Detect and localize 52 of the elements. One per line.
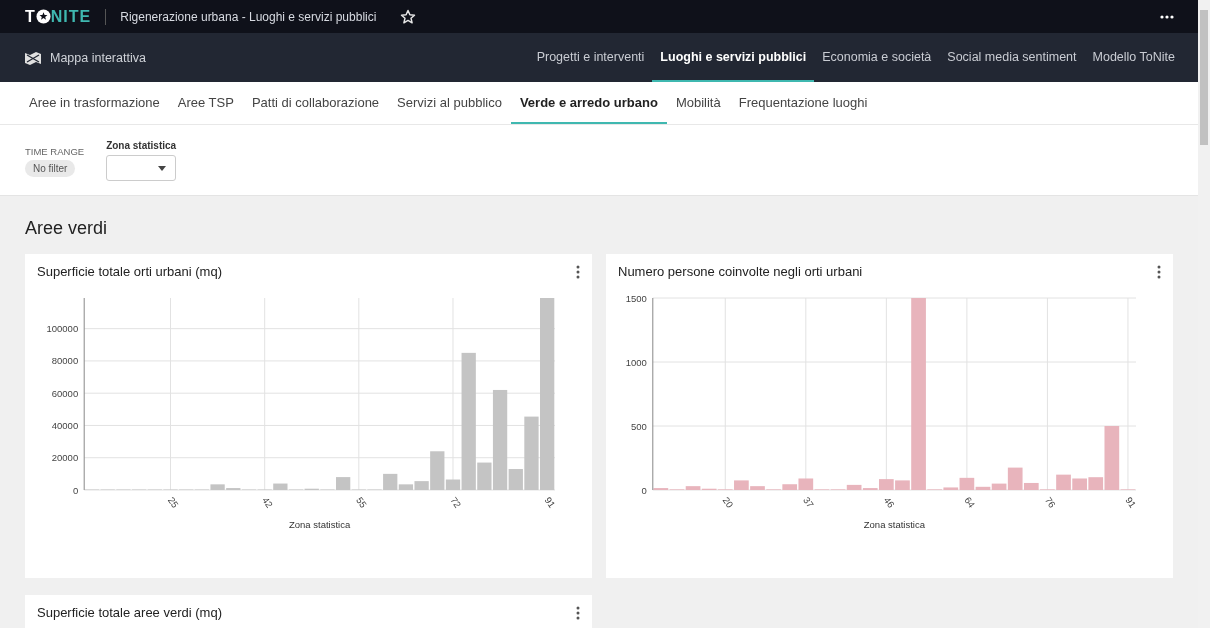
tick-label: 72 bbox=[448, 494, 464, 510]
chart-bar bbox=[1072, 478, 1087, 490]
tick-label: 46 bbox=[881, 494, 897, 510]
tab[interactable]: Servizi al pubblico bbox=[388, 82, 511, 124]
kebab-menu-icon[interactable] bbox=[576, 264, 580, 279]
time-range-chip[interactable]: No filter bbox=[25, 160, 76, 177]
nav-tab[interactable]: Progetti e interventi bbox=[528, 33, 653, 82]
kebab-menu-icon[interactable] bbox=[576, 605, 580, 620]
tick-label: 80000 bbox=[51, 355, 79, 367]
tick-label: 37 bbox=[801, 494, 817, 510]
logo-text: T bbox=[25, 7, 36, 26]
tick-label: 40000 bbox=[51, 419, 79, 431]
tick-label: 0 bbox=[641, 484, 647, 496]
nav-tab[interactable]: Modello ToNite bbox=[1084, 33, 1175, 82]
tab[interactable]: Aree TSP bbox=[168, 82, 243, 124]
tick-label: 20 bbox=[720, 494, 736, 510]
tick-label: 42 bbox=[260, 494, 276, 510]
tick-label: 500 bbox=[630, 420, 647, 432]
tick-label: 25 bbox=[165, 494, 181, 510]
tick-label: 100000 bbox=[46, 323, 79, 335]
page-title: Rigenerazione urbana - Luoghi e servizi pubblici bbox=[120, 9, 377, 24]
tab[interactable]: Mobilità bbox=[666, 82, 730, 124]
tick-label: 91 bbox=[542, 494, 558, 510]
tick-label: 76 bbox=[1042, 494, 1058, 510]
tab[interactable]: Aree in trasformazione bbox=[20, 82, 169, 124]
nav-tab[interactable]: Social media sentiment bbox=[939, 33, 1085, 82]
tick-label: 20000 bbox=[51, 452, 79, 464]
chart-title: Superficie totale aree verdi (mq) bbox=[37, 605, 222, 620]
more-icon[interactable] bbox=[1160, 14, 1174, 19]
section-title: Aree verdi bbox=[25, 218, 109, 239]
map-link[interactable]: Mappa interattiva bbox=[24, 33, 146, 82]
star-icon[interactable] bbox=[400, 8, 417, 25]
tick-label: 55 bbox=[354, 494, 370, 510]
chart-title: Superficie totale orti urbani (mq) bbox=[37, 264, 222, 279]
filter-label: TIME RANGE bbox=[25, 146, 85, 157]
map-icon bbox=[24, 50, 42, 65]
axis-label: Zona statistica bbox=[289, 519, 351, 530]
caret-icon bbox=[158, 165, 167, 171]
nav-tab[interactable]: Economia e società bbox=[814, 33, 940, 82]
tick-label: 64 bbox=[962, 494, 978, 510]
tab[interactable]: Frequentazione luoghi bbox=[729, 82, 877, 124]
tick-label: 0 bbox=[72, 484, 79, 496]
tab[interactable]: Patti di collaborazione bbox=[242, 82, 389, 124]
logo-text: NITE bbox=[50, 7, 92, 26]
kebab-menu-icon[interactable] bbox=[1157, 264, 1161, 279]
tick-label: 60000 bbox=[51, 387, 79, 399]
chart-title: Numero persone coinvolte negli orti urbani bbox=[618, 264, 863, 279]
tick-label: 1500 bbox=[625, 292, 647, 304]
filter-label: Zona statistica bbox=[106, 140, 177, 151]
tick-label: 1000 bbox=[625, 356, 647, 368]
axis-label: Zona statistica bbox=[863, 519, 926, 530]
tick-label: 91 bbox=[1123, 494, 1139, 510]
